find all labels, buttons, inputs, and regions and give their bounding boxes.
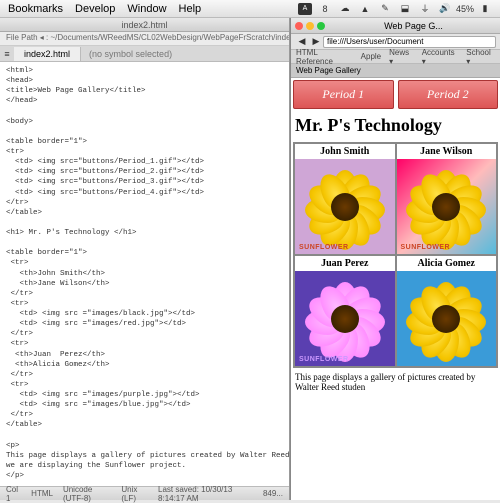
speaker-icon[interactable]: 🔊: [438, 3, 452, 15]
student-name: Alicia Gomez: [397, 256, 497, 271]
file-path-label: File Path: [6, 33, 38, 42]
file-path-bar: File Path ◂ : ~/Documents/WReedMS/CL02We…: [0, 32, 289, 46]
image-label: SUNFLOWER: [299, 244, 349, 251]
image-label: SUNFLOWER: [401, 244, 451, 251]
gallery-table: John Smith SUNFLOWER Jane Wilson SUNFLOW…: [293, 142, 498, 368]
adobe-badge: 8: [318, 3, 332, 15]
bookmark-school[interactable]: School ▾: [466, 48, 495, 66]
menu-window[interactable]: Window: [127, 3, 166, 15]
browser-window: Web Page G... ◀ ▶ HTML Reference Apple N…: [290, 18, 500, 500]
sunflower-image: SUNFLOWER: [397, 159, 497, 254]
bookmark-accounts[interactable]: Accounts ▾: [422, 48, 459, 66]
browser-titlebar[interactable]: Web Page G...: [291, 18, 500, 34]
editor-tab[interactable]: index2.html: [14, 47, 81, 61]
battery-percent: 45%: [458, 3, 472, 15]
gallery-cell: Jane Wilson SUNFLOWER: [396, 143, 498, 255]
page-heading: Mr. P's Technology: [295, 115, 496, 136]
menu-bookmarks[interactable]: Bookmarks: [8, 3, 63, 15]
drive-icon[interactable]: ▲: [358, 3, 372, 15]
forward-icon[interactable]: ▶: [309, 36, 323, 48]
page-caption: This page displays a gallery of pictures…: [293, 368, 498, 396]
student-name: Jane Wilson: [397, 144, 497, 159]
file-path: ~/Documents/WReedMS/CL02WebDesign/WebPag…: [50, 33, 289, 42]
image-label: SUNFLOWER: [299, 356, 349, 363]
sunflower-image: SUNFLOWER: [295, 271, 395, 366]
menubar: Bookmarks Develop Window Help A 8 ☁ ▲ ✎ …: [0, 0, 500, 18]
student-name: John Smith: [295, 144, 395, 159]
editor-statusbar: Col 1 HTML Unicode (UTF-8) Unix (LF) Las…: [0, 486, 289, 500]
rendered-page: Period 1 Period 2 Mr. P's Technology Joh…: [291, 78, 500, 500]
minimize-icon[interactable]: [306, 22, 314, 30]
wifi-icon[interactable]: ⏚: [418, 3, 432, 15]
browser-title: Web Page G...: [384, 21, 443, 31]
bookmarks-bar: HTML Reference Apple News ▾ Accounts ▾ S…: [291, 50, 500, 64]
adobe-icon[interactable]: A: [298, 3, 312, 15]
status-lang[interactable]: HTML: [31, 489, 53, 498]
gallery-cell: John Smith SUNFLOWER: [294, 143, 396, 255]
gallery-cell: Juan Perez SUNFLOWER: [294, 255, 396, 367]
bookmark-html-ref[interactable]: HTML Reference: [296, 48, 353, 66]
sunflower-image: [397, 271, 497, 366]
evernote-icon[interactable]: ✎: [378, 3, 392, 15]
bookmark-apple[interactable]: Apple: [361, 52, 381, 61]
cloud-icon[interactable]: ☁: [338, 3, 352, 15]
gallery-cell: Alicia Gomez: [396, 255, 498, 367]
zoom-icon[interactable]: [317, 22, 325, 30]
gutter-icon[interactable]: ≡: [0, 48, 14, 60]
menu-help[interactable]: Help: [179, 3, 202, 15]
url-field[interactable]: [323, 36, 496, 48]
status-size: 849...: [263, 489, 283, 498]
close-icon[interactable]: [295, 22, 303, 30]
sunflower-image: SUNFLOWER: [295, 159, 395, 254]
back-icon[interactable]: ◀: [295, 36, 309, 48]
battery-icon[interactable]: ▮: [478, 3, 492, 15]
student-name: Juan Perez: [295, 256, 395, 271]
symbol-selector[interactable]: (no symbol selected): [81, 49, 289, 59]
code-editor-window: index2.html File Path ◂ : ~/Documents/WR…: [0, 18, 290, 500]
browser-tab[interactable]: Web Page Gallery: [296, 66, 361, 75]
browser-tabbar: Web Page Gallery: [291, 64, 500, 78]
menu-develop[interactable]: Develop: [75, 3, 115, 15]
code-area[interactable]: <html> <head> <title>Web Page Gallery</t…: [0, 62, 289, 486]
bookmark-news[interactable]: News ▾: [389, 48, 414, 66]
period-2-button[interactable]: Period 2: [398, 80, 499, 109]
period-1-button[interactable]: Period 1: [293, 80, 394, 109]
editor-titlebar[interactable]: index2.html: [0, 18, 289, 32]
dropbox-icon[interactable]: ⬓: [398, 3, 412, 15]
